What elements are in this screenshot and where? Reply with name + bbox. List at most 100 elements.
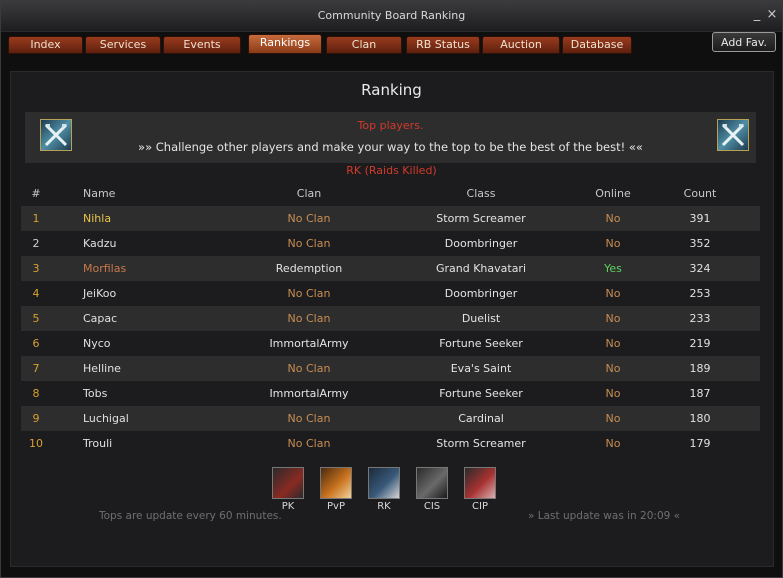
title-bar[interactable]: Community Board Ranking _ × — [1, 1, 782, 32]
tab-clan[interactable]: Clan — [326, 36, 402, 54]
table-row: 5 Capac No Clan Duelist No 233 — [21, 306, 760, 331]
online-status: No — [605, 362, 621, 375]
category-cip-button[interactable]: CIP — [464, 467, 498, 512]
count-cell: 179 — [689, 437, 711, 450]
clan-cell: No Clan — [287, 362, 331, 375]
table-row: 4 JeiKoo No Clan Doombringer No 253 — [21, 281, 760, 306]
count-cell: 324 — [689, 262, 711, 275]
close-button[interactable]: × — [766, 8, 778, 22]
player-name: Luchigal — [83, 412, 129, 425]
page-title: Ranking — [361, 81, 422, 99]
class-cell: Doombringer — [444, 237, 518, 250]
cip-icon — [464, 467, 496, 499]
count-cell: 189 — [689, 362, 711, 375]
cis-icon — [416, 467, 448, 499]
player-name: JeiKoo — [83, 287, 117, 300]
class-cell: Grand Khavatari — [435, 262, 527, 275]
online-status: No — [605, 337, 621, 350]
online-status: No — [605, 387, 621, 400]
community-board-window: Community Board Ranking _ × Index Servic… — [0, 0, 783, 578]
tab-services[interactable]: Services — [85, 36, 161, 54]
category-pvp-label: PvP — [327, 501, 345, 512]
class-cell: Duelist — [461, 312, 501, 325]
category-rk-label: RK — [377, 501, 391, 512]
banner-subtitle: »» Challenge other players and make your… — [138, 140, 643, 154]
table-row: 10 Trouli No Clan Storm Screamer No 179 — [21, 431, 760, 456]
pk-icon — [272, 467, 304, 499]
minimize-button[interactable]: _ — [751, 8, 763, 22]
player-name: Capac — [83, 312, 118, 325]
count-cell: 233 — [689, 312, 711, 325]
player-name: Trouli — [83, 437, 113, 450]
rank-cell: 2 — [32, 237, 40, 250]
tab-database[interactable]: Database — [562, 36, 632, 54]
category-pk-button[interactable]: PK — [272, 467, 306, 512]
ranking-category-label: RK (Raids Killed) — [346, 164, 437, 177]
count-cell: 391 — [689, 212, 711, 225]
category-pvp-button[interactable]: PvP — [320, 467, 354, 512]
clan-cell: No Clan — [287, 237, 331, 250]
top-players-title: Top players. — [357, 119, 424, 132]
rank-cell: 5 — [32, 312, 40, 325]
table-row: 9 Luchigal No Clan Cardinal No 180 — [21, 406, 760, 431]
online-status: Yes — [604, 262, 622, 275]
tab-events[interactable]: Events — [163, 36, 241, 54]
category-cis-button[interactable]: CIS — [416, 467, 450, 512]
pvp-icon — [320, 467, 352, 499]
clan-cell: No Clan — [287, 412, 331, 425]
rank-cell: 1 — [32, 212, 40, 225]
ranking-table: 1 Nihla No Clan Storm Screamer No 391 2 … — [21, 206, 760, 456]
rank-cell: 7 — [32, 362, 40, 375]
column-header-rank: # — [31, 187, 41, 200]
add-favorite-button[interactable]: Add Fav. — [712, 32, 776, 52]
count-cell: 253 — [689, 287, 711, 300]
player-name: Nyco — [83, 337, 111, 350]
column-header-name: Name — [83, 187, 116, 200]
table-row: 3 Morfilas Redemption Grand Khavatari Ye… — [21, 256, 760, 281]
player-name: Kadzu — [83, 237, 117, 250]
clan-cell: ImmortalArmy — [269, 387, 349, 400]
class-cell: Cardinal — [458, 412, 504, 425]
rank-cell: 10 — [29, 437, 43, 450]
count-cell: 219 — [689, 337, 711, 350]
player-name: Helline — [83, 362, 121, 375]
player-name: Morfilas — [83, 262, 127, 275]
tab-rb-status[interactable]: RB Status — [406, 36, 480, 54]
table-row: 7 Helline No Clan Eva's Saint No 189 — [21, 356, 760, 381]
clan-cell: No Clan — [287, 212, 331, 225]
column-header-clan: Clan — [296, 187, 322, 200]
table-row: 6 Nyco ImmortalArmy Fortune Seeker No 21… — [21, 331, 760, 356]
online-status: No — [605, 287, 621, 300]
rank-cell: 3 — [32, 262, 40, 275]
last-update-note: » Last update was in 20:09 « — [528, 510, 681, 522]
clan-cell: Redemption — [275, 262, 343, 275]
category-cis-label: CIS — [423, 501, 441, 512]
table-row: 2 Kadzu No Clan Doombringer No 352 — [21, 231, 760, 256]
tab-index[interactable]: Index — [8, 36, 83, 54]
window-title: Community Board Ranking — [317, 9, 466, 22]
class-cell: Storm Screamer — [436, 437, 526, 450]
clan-cell: No Clan — [287, 287, 331, 300]
rank-cell: 4 — [32, 287, 40, 300]
column-header-class: Class — [466, 187, 496, 200]
class-cell: Eva's Saint — [450, 362, 512, 375]
count-cell: 187 — [689, 387, 711, 400]
count-cell: 352 — [689, 237, 711, 250]
column-header-count: Count — [683, 187, 717, 200]
class-cell: Fortune Seeker — [439, 387, 523, 400]
rank-cell: 9 — [32, 412, 40, 425]
tab-rankings[interactable]: Rankings — [248, 34, 322, 54]
category-rk-button[interactable]: RK — [368, 467, 402, 512]
online-status: No — [605, 237, 621, 250]
class-cell: Storm Screamer — [436, 212, 526, 225]
rank-cell: 8 — [32, 387, 40, 400]
class-cell: Doombringer — [444, 287, 518, 300]
update-interval-note: Tops are update every 60 minutes. — [99, 510, 282, 522]
count-cell: 180 — [689, 412, 711, 425]
top-players-banner: Top players. »» Challenge other players … — [25, 112, 756, 163]
class-cell: Fortune Seeker — [439, 337, 523, 350]
tab-auction[interactable]: Auction — [482, 36, 560, 54]
category-cip-label: CIP — [472, 501, 488, 512]
clan-cell: ImmortalArmy — [269, 337, 349, 350]
table-row: 8 Tobs ImmortalArmy Fortune Seeker No 18… — [21, 381, 760, 406]
